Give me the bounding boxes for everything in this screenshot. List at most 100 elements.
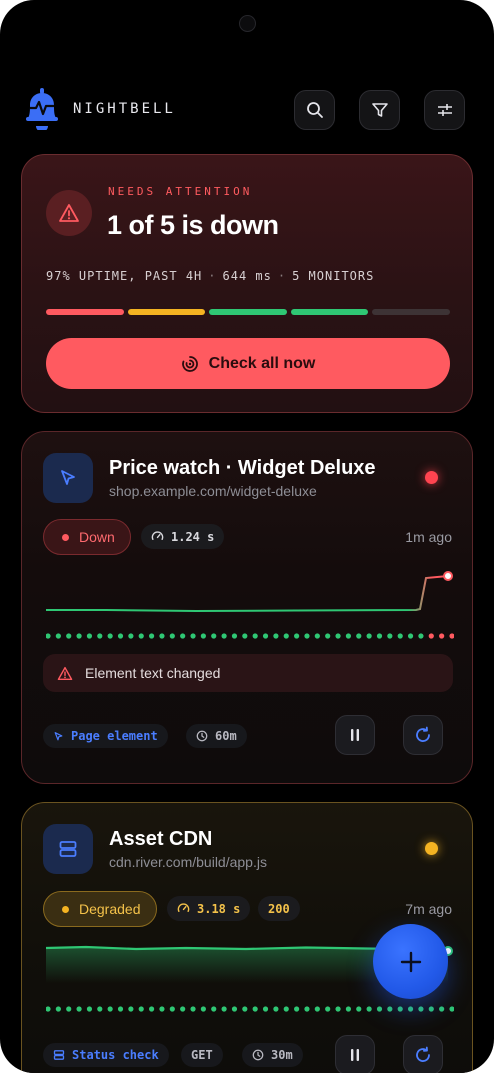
history-dot-up: [407, 1006, 414, 1012]
app-header: NIGHTBELL: [22, 88, 468, 132]
plus-icon: [400, 951, 421, 972]
history-dot-up: [242, 1006, 248, 1012]
status-indicator-dot: [425, 471, 438, 484]
history-dot-up: [200, 1006, 206, 1012]
refresh-icon: [416, 1046, 430, 1062]
history-dot-up: [314, 1006, 320, 1012]
segment-degraded: [127, 309, 206, 315]
history-dot-up: [128, 1006, 134, 1012]
history-dot-up: [366, 1006, 372, 1012]
type-chip: Page element: [43, 724, 168, 748]
history-dot-up: [345, 633, 352, 639]
server-icon: [43, 824, 93, 874]
filter-button[interactable]: [359, 90, 400, 130]
history-dot-up: [294, 633, 300, 639]
history-dot-up: [221, 1006, 227, 1012]
attention-summary-card: NEEDS ATTENTION 1 of 5 is down 97% UPTIM…: [21, 154, 473, 413]
history-dot-up: [138, 1006, 144, 1012]
history-dot-up: [335, 633, 341, 639]
history-dot-up: [262, 633, 269, 639]
history-dot-up: [325, 633, 331, 639]
history-dot-up: [190, 633, 196, 639]
check-history-dots: [46, 1006, 454, 1012]
method-chip: GET: [181, 1043, 223, 1067]
search-icon: [306, 102, 323, 118]
monitor-url: shop.example.com/widget-deluxe: [109, 483, 317, 499]
status-badge-degraded: Degraded: [43, 891, 157, 927]
history-dot-up: [221, 633, 227, 639]
history-dot-up: [376, 1006, 383, 1012]
history-dot-up: [180, 1006, 186, 1012]
history-dot-up: [55, 633, 61, 639]
history-dot-up: [387, 1006, 393, 1012]
history-dot-up: [304, 1006, 310, 1012]
last-checked-time: 1m ago: [405, 529, 452, 545]
status-segment-bar: [46, 309, 450, 315]
history-dot-up: [148, 1006, 155, 1012]
history-dot-up: [428, 1006, 434, 1012]
history-dot-up: [283, 1006, 289, 1012]
history-dot-up: [356, 1006, 362, 1012]
recheck-button[interactable]: [403, 715, 443, 755]
camera-cutout: [239, 15, 256, 32]
history-dot-up: [200, 633, 206, 639]
history-dot-up: [117, 633, 124, 639]
cursor-icon: [43, 453, 93, 503]
history-dot-up: [117, 1006, 124, 1012]
history-dot-up: [397, 1006, 403, 1012]
check-all-label: Check all now: [208, 354, 316, 372]
segment-up: [209, 309, 287, 315]
history-dot-up: [376, 633, 383, 639]
monitor-title: Asset CDN: [109, 828, 213, 850]
status-badge-down: Down: [43, 519, 131, 555]
phone-screen: NIGHTBELL NEEDS ATTENTION 1 of 5 is down…: [0, 0, 494, 1073]
gauge-icon: [177, 903, 190, 912]
history-dot-up: [387, 633, 393, 639]
pause-button[interactable]: [335, 1035, 375, 1073]
response-time-sparkline: [46, 571, 453, 613]
history-dot-up: [335, 1006, 341, 1012]
history-dot-up: [325, 1006, 331, 1012]
history-dot-up: [159, 633, 165, 639]
check-all-button[interactable]: Check all now: [46, 338, 450, 389]
history-dot-up: [46, 1006, 51, 1012]
latency-stat: 644 ms: [222, 269, 272, 283]
settings-button[interactable]: [424, 90, 465, 130]
history-dot-up: [242, 633, 248, 639]
history-dot-up: [55, 1006, 61, 1012]
server-icon: [53, 1050, 65, 1060]
history-dot-up: [76, 1006, 82, 1012]
add-monitor-button[interactable]: [373, 924, 448, 999]
history-dot-up: [407, 633, 414, 639]
history-dot-row: [46, 1006, 454, 1012]
monitor-url: cdn.river.com/build/app.js: [109, 854, 267, 870]
attention-eyebrow: NEEDS ATTENTION: [108, 185, 253, 198]
recheck-button[interactable]: [403, 1035, 443, 1073]
history-dot-up: [262, 1006, 269, 1012]
monitor-card-price-watch[interactable]: Price watch · Widget Deluxe shop.example…: [21, 431, 473, 784]
history-dot-up: [345, 1006, 352, 1012]
pause-icon: [351, 729, 359, 741]
brand-name: NIGHTBELL: [73, 101, 176, 117]
alert-text: Element text changed: [85, 665, 221, 681]
uptime-stat: 97% UPTIME, PAST 4H: [46, 269, 203, 283]
interval-chip: 60m: [186, 724, 247, 748]
sliders-icon: [437, 104, 452, 116]
history-dot-up: [211, 633, 217, 639]
history-dot-up: [252, 633, 258, 639]
segment-unknown: [372, 309, 450, 315]
history-dot-down: [439, 633, 445, 639]
history-dot-up: [273, 1006, 279, 1012]
history-dot-row: [46, 633, 454, 639]
history-dot-up: [439, 1006, 445, 1012]
history-dot-up: [449, 1006, 454, 1012]
last-checked-time: 7m ago: [405, 901, 452, 917]
pause-button[interactable]: [335, 715, 375, 755]
search-button[interactable]: [294, 90, 335, 130]
alert-triangle-icon: [57, 666, 73, 680]
segment-down: [46, 309, 124, 315]
history-dot-up: [86, 1006, 93, 1012]
segment-up: [290, 309, 369, 315]
history-dot-up: [231, 633, 238, 639]
history-dot-up: [76, 633, 82, 639]
